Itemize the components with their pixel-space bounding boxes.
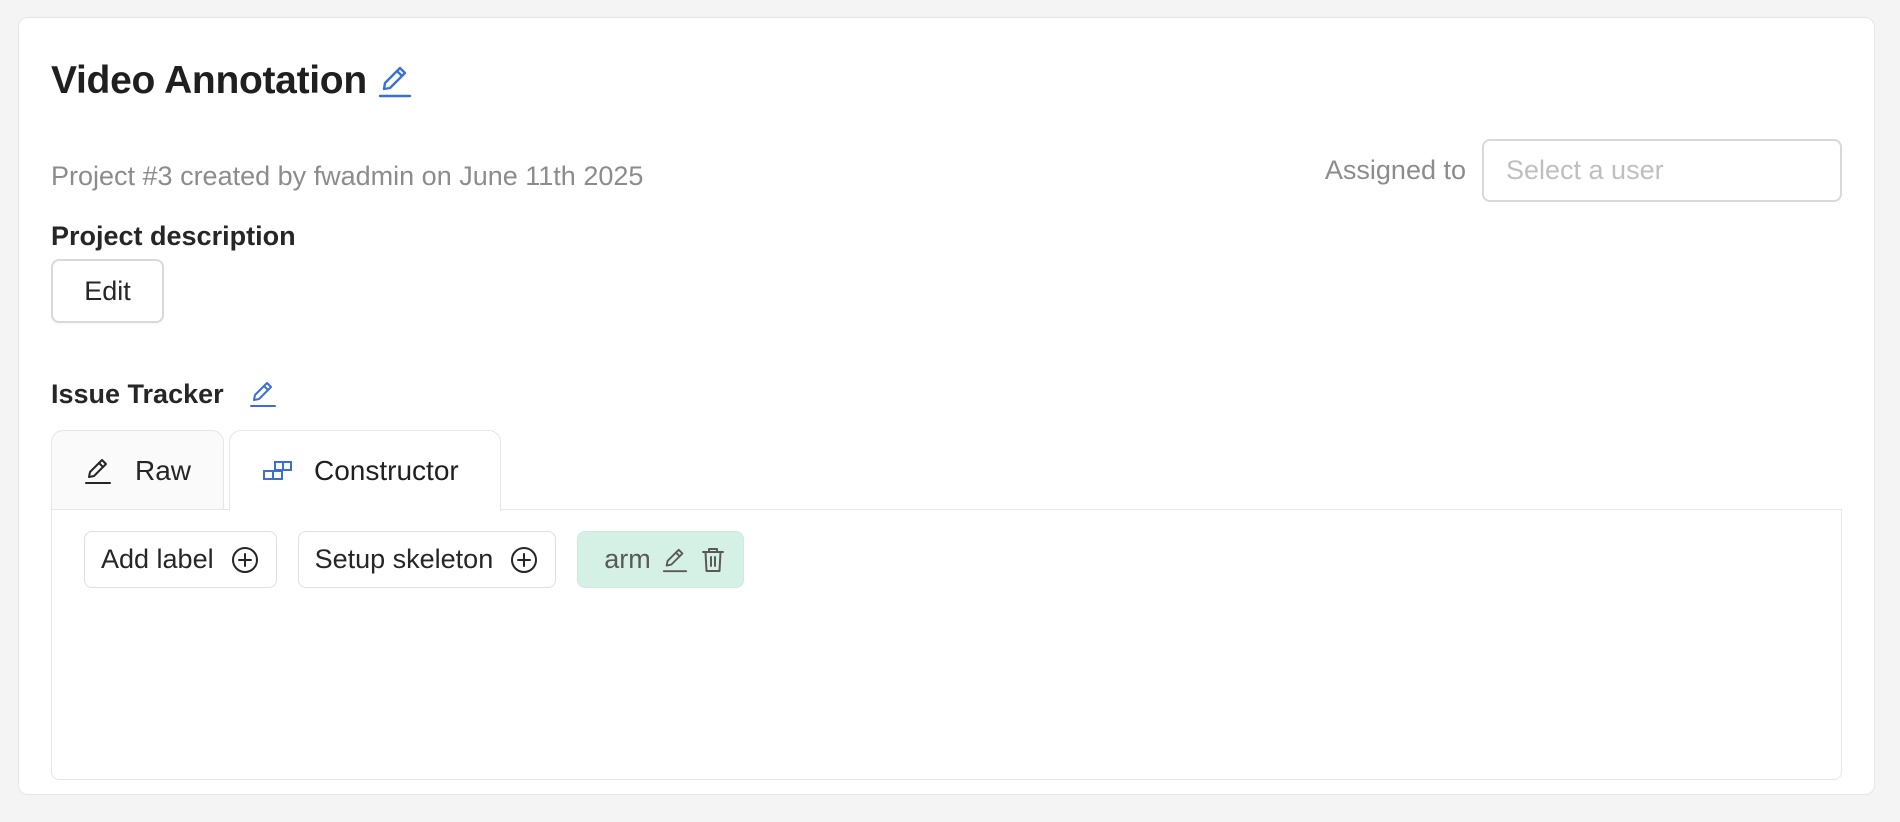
assignee-placeholder: Select a user xyxy=(1506,155,1664,185)
label-name: arm xyxy=(604,544,651,574)
label-chip-arm: arm xyxy=(577,531,744,588)
edit-description-button[interactable]: Edit xyxy=(51,259,164,323)
assigned-to-label: Assigned to xyxy=(1324,155,1466,185)
project-card: Video Annotation Project #3 created by f… xyxy=(18,17,1875,795)
add-label-button[interactable]: Add label xyxy=(84,531,277,588)
issue-tracker-heading: Issue Tracker xyxy=(51,378,224,409)
constructor-actions: Add label Setup skeleton arm xyxy=(84,531,744,588)
edit-label-pencil-icon[interactable] xyxy=(661,545,689,575)
pencil-icon xyxy=(84,456,113,486)
tab-constructor-label: Constructor xyxy=(314,455,459,486)
project-meta: Project #3 created by fwadmin on June 11… xyxy=(51,161,644,191)
edit-issue-tracker-pencil-icon[interactable] xyxy=(248,378,278,410)
assignee-row: Assigned to Select a user xyxy=(1325,139,1842,202)
plus-circle-icon xyxy=(509,545,539,575)
add-label-text: Add label xyxy=(101,544,214,574)
constructor-blocks-icon xyxy=(262,456,292,486)
delete-label-trash-icon[interactable] xyxy=(699,545,727,575)
page-title: Video Annotation xyxy=(51,59,367,102)
constructor-panel: Add label Setup skeleton arm xyxy=(51,509,1842,780)
setup-skeleton-button[interactable]: Setup skeleton xyxy=(297,531,557,588)
tab-raw-label: Raw xyxy=(134,454,191,486)
label-editor-tabs: Raw Constructor xyxy=(51,430,506,511)
project-description-heading: Project description xyxy=(51,221,296,251)
setup-skeleton-text: Setup skeleton xyxy=(314,544,494,574)
issue-tracker-row: Issue Tracker xyxy=(51,374,278,414)
tab-constructor[interactable]: Constructor xyxy=(229,430,501,511)
title-row: Video Annotation xyxy=(51,54,413,108)
tab-raw[interactable]: Raw xyxy=(51,430,224,510)
plus-circle-icon xyxy=(230,545,260,575)
edit-title-pencil-icon[interactable] xyxy=(377,61,413,101)
assignee-select[interactable]: Select a user xyxy=(1482,139,1842,202)
